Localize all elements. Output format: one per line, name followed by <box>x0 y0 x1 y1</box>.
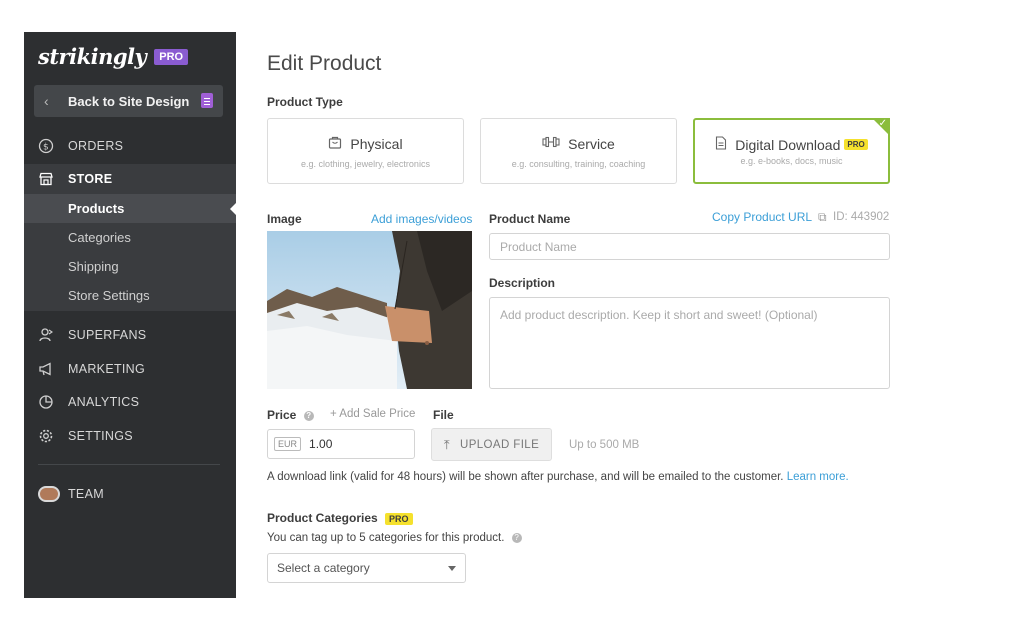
price-input[interactable]: EUR 1.00 <box>267 429 415 459</box>
category-select[interactable]: Select a category <box>267 553 466 583</box>
product-name-label: Product Name <box>489 212 571 226</box>
copy-product-url-link[interactable]: Copy Product URL ⧉ <box>712 210 827 225</box>
upload-file-button[interactable]: ⤒ UPLOAD FILE <box>431 428 552 461</box>
document-icon <box>201 93 213 108</box>
currency-badge: EUR <box>274 437 302 451</box>
upload-file-label: UPLOAD FILE <box>459 438 540 451</box>
sub-item-categories[interactable]: Categories <box>24 223 236 252</box>
pro-badge-categories: PRO <box>385 513 413 525</box>
learn-more-link[interactable]: Learn more. <box>787 471 849 483</box>
nav-analytics[interactable]: ANALYTICS <box>24 387 236 417</box>
back-to-site-design-button[interactable]: ‹ Back to Site Design <box>34 85 223 117</box>
store-icon <box>38 171 54 187</box>
sub-item-products[interactable]: Products <box>24 194 237 223</box>
dollar-circle-icon: $ <box>38 138 54 154</box>
pie-chart-icon <box>38 394 54 410</box>
upload-icon: ⤒ <box>443 436 450 452</box>
nav-team-label: TEAM <box>68 487 104 501</box>
description-label: Description <box>489 276 556 290</box>
categories-note-text: You can tag up to 5 categories for this … <box>267 532 505 544</box>
product-categories-label: Product Categories PRO <box>267 511 413 525</box>
product-type-service-sub: e.g. consulting, training, coaching <box>511 159 646 169</box>
product-type-digital-sub: e.g. e-books, docs, music <box>740 156 843 166</box>
check-icon: ✓ <box>878 118 887 129</box>
megaphone-icon <box>38 361 54 377</box>
product-type-physical-name: Physical <box>350 135 403 152</box>
nav-settings[interactable]: SETTINGS <box>24 421 236 451</box>
file-label: File <box>433 408 454 422</box>
superfans-icon <box>38 327 54 343</box>
nav-analytics-label: ANALYTICS <box>68 395 140 409</box>
team-avatar <box>38 486 60 502</box>
store-submenu: Products Categories Shipping Store Setti… <box>24 194 237 311</box>
copy-icon: ⧉ <box>817 210 827 224</box>
nav-orders[interactable]: $ ORDERS <box>24 131 236 161</box>
product-id: ID: 443902 <box>833 211 890 223</box>
product-image[interactable] <box>267 231 472 389</box>
add-images-link[interactable]: Add images/videos <box>371 212 472 226</box>
product-type-service-name: Service <box>568 135 615 152</box>
help-icon[interactable]: ? <box>303 410 314 421</box>
add-sale-price-link[interactable]: + Add Sale Price <box>330 408 415 420</box>
nav-store-label: STORE <box>68 172 113 186</box>
page-title: Edit Product <box>267 52 382 75</box>
bag-icon <box>328 135 342 152</box>
logo-row: strikingly PRO <box>38 44 189 69</box>
sub-item-shipping[interactable]: Shipping <box>24 252 236 281</box>
description-textarea[interactable]: Add product description. Keep it short a… <box>489 297 890 389</box>
pro-badge-digital: PRO <box>844 139 868 150</box>
chevron-down-icon <box>448 566 456 571</box>
help-icon-categories[interactable]: ? <box>511 532 522 543</box>
product-type-digital-name: Digital Download <box>735 136 841 153</box>
product-name-input[interactable]: Product Name <box>489 233 890 260</box>
nav-marketing-label: MARKETING <box>68 362 146 376</box>
file-icon <box>715 136 727 153</box>
download-note-text: A download link (valid for 48 hours) wil… <box>267 471 784 483</box>
image-label: Image <box>267 212 302 226</box>
nav-superfans[interactable]: SUPERFANS <box>24 320 236 350</box>
sidebar-divider <box>38 464 220 465</box>
nav-team[interactable]: TEAM <box>24 479 236 509</box>
nav-superfans-label: SUPERFANS <box>68 328 147 342</box>
gear-icon <box>38 428 54 444</box>
upload-limit: Up to 500 MB <box>569 439 640 451</box>
sub-item-store-settings[interactable]: Store Settings <box>24 281 236 310</box>
nav-store[interactable]: STORE <box>24 164 236 194</box>
product-type-service[interactable]: Service e.g. consulting, training, coach… <box>480 118 677 184</box>
categories-note: You can tag up to 5 categories for this … <box>267 532 522 544</box>
nav-orders-label: ORDERS <box>68 139 124 153</box>
price-value: 1.00 <box>309 437 333 451</box>
nav-settings-label: SETTINGS <box>68 429 133 443</box>
download-note: A download link (valid for 48 hours) wil… <box>267 471 849 483</box>
chevron-left-icon: ‹ <box>44 93 49 109</box>
nav-marketing[interactable]: MARKETING <box>24 354 236 384</box>
copy-product-url-text: Copy Product URL <box>712 210 812 224</box>
dumbbell-icon <box>542 135 560 152</box>
product-type-digital-download[interactable]: ✓ Digital Download PRO e.g. e-books, doc… <box>693 118 890 184</box>
svg-text:$: $ <box>43 143 49 153</box>
pro-badge: PRO <box>154 48 189 65</box>
sidebar: strikingly PRO ‹ Back to Site Design $ O… <box>24 32 237 598</box>
product-type-label: Product Type <box>267 95 343 109</box>
product-type-physical[interactable]: Physical e.g. clothing, jewelry, electro… <box>267 118 464 184</box>
category-select-value: Select a category <box>277 561 370 575</box>
strikingly-logo[interactable]: strikingly <box>38 44 147 69</box>
price-label-text: Price <box>267 408 297 422</box>
product-categories-text: Product Categories <box>267 511 378 525</box>
back-button-label: Back to Site Design <box>68 93 190 109</box>
price-label: Price ? <box>267 408 314 422</box>
product-type-physical-sub: e.g. clothing, jewelry, electronics <box>301 159 430 169</box>
